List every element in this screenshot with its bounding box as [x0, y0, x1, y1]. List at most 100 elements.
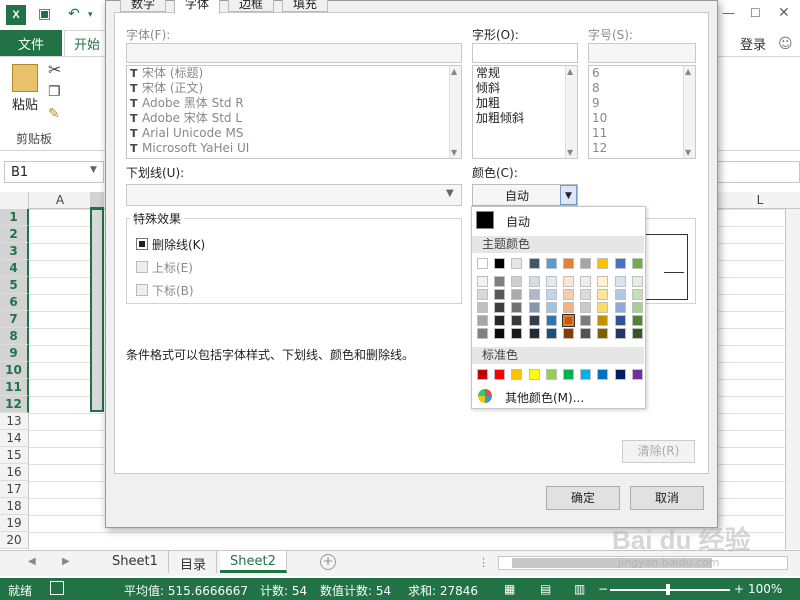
- zoom-slider[interactable]: [610, 589, 730, 591]
- theme-color-swatch[interactable]: [528, 258, 540, 269]
- zoom-slider-thumb[interactable]: [666, 584, 670, 595]
- theme-shade-swatch[interactable]: [511, 315, 523, 326]
- theme-shade-swatch[interactable]: [528, 328, 540, 339]
- format-painter-icon[interactable]: ✎: [48, 106, 60, 122]
- list-item[interactable]: T 宋体 (正文): [127, 81, 461, 96]
- row-header[interactable]: 1: [0, 209, 29, 226]
- standard-color-swatch[interactable]: [494, 369, 506, 380]
- list-item[interactable]: 10: [589, 111, 695, 126]
- theme-shade-swatch[interactable]: [545, 302, 557, 313]
- standard-color-swatch[interactable]: [597, 369, 609, 380]
- more-colors-option[interactable]: 其他颜色(M)...: [505, 389, 584, 406]
- size-list-scrollbar[interactable]: ▲ ▼: [683, 66, 695, 158]
- subscript-label[interactable]: 下标(B): [152, 282, 194, 299]
- macro-record-icon[interactable]: [50, 581, 64, 595]
- theme-shade-swatch[interactable]: [511, 289, 523, 300]
- ok-button[interactable]: 确定: [546, 486, 620, 510]
- standard-color-swatch[interactable]: [511, 369, 523, 380]
- cancel-button[interactable]: 取消: [630, 486, 704, 510]
- size-input[interactable]: [588, 43, 696, 63]
- theme-shade-swatch[interactable]: [477, 289, 488, 300]
- selected-range[interactable]: [90, 208, 104, 412]
- row-header[interactable]: 9: [0, 345, 29, 362]
- theme-shade-swatch[interactable]: [631, 276, 643, 287]
- theme-shade-swatch[interactable]: [631, 302, 643, 313]
- row-header[interactable]: 7: [0, 311, 29, 328]
- minimize-button[interactable]: —: [722, 6, 735, 21]
- theme-shade-swatch[interactable]: [511, 302, 523, 313]
- theme-color-swatch[interactable]: [511, 258, 523, 269]
- theme-shade-swatch[interactable]: [631, 328, 643, 339]
- theme-shade-swatch[interactable]: [511, 276, 523, 287]
- page-break-icon[interactable]: ▥: [574, 582, 585, 596]
- row-header[interactable]: 12: [0, 396, 29, 413]
- theme-shade-swatch[interactable]: [511, 328, 523, 339]
- theme-shade-swatch[interactable]: [563, 289, 574, 300]
- font-input[interactable]: [126, 43, 462, 63]
- automatic-color-swatch[interactable]: [476, 211, 494, 229]
- font-list[interactable]: T 宋体 (标题) T 宋体 (正文) T Adobe 黑体 Std R T Adobe 宋体…: [126, 65, 462, 159]
- theme-shade-swatch[interactable]: [614, 302, 626, 313]
- sheet-tab-sheet1[interactable]: Sheet1: [102, 551, 169, 573]
- theme-shade-swatch[interactable]: [614, 289, 626, 300]
- tab-file[interactable]: 文件: [0, 30, 62, 56]
- theme-shade-swatch[interactable]: [545, 289, 557, 300]
- theme-shade-swatch[interactable]: [631, 289, 643, 300]
- column-header-l[interactable]: L: [720, 192, 800, 209]
- theme-shade-swatch[interactable]: [597, 328, 609, 339]
- undo-dropdown-icon[interactable]: ▾: [88, 10, 93, 20]
- cut-icon[interactable]: ✂: [48, 60, 61, 79]
- sheet-tab-catalog[interactable]: 目录: [170, 551, 218, 573]
- restore-button[interactable]: ☐: [750, 6, 761, 20]
- standard-color-swatch[interactable]: [545, 369, 557, 380]
- zoom-level[interactable]: 100%: [748, 582, 782, 596]
- list-item[interactable]: T 宋体 (标题): [127, 66, 461, 81]
- theme-color-swatch[interactable]: [631, 258, 643, 269]
- list-item[interactable]: 常规: [473, 66, 577, 81]
- theme-shade-swatch[interactable]: [494, 328, 506, 339]
- standard-color-swatch[interactable]: [614, 369, 626, 380]
- chevron-down-icon[interactable]: ▼: [90, 165, 97, 175]
- theme-shade-swatch[interactable]: [545, 276, 557, 287]
- list-item[interactable]: 倾斜: [473, 81, 577, 96]
- automatic-color-label[interactable]: 自动: [506, 213, 530, 230]
- theme-shade-swatch[interactable]: [580, 315, 592, 326]
- list-item[interactable]: 8: [589, 81, 695, 96]
- theme-shade-swatch[interactable]: [545, 315, 557, 326]
- theme-color-swatch[interactable]: [494, 258, 506, 269]
- paste-icon[interactable]: [12, 64, 38, 92]
- theme-shade-swatch[interactable]: [580, 302, 592, 313]
- strikethrough-checkbox[interactable]: [136, 238, 148, 250]
- save-icon[interactable]: ▣: [38, 6, 51, 22]
- theme-shade-swatch[interactable]: [597, 302, 609, 313]
- list-item[interactable]: 11: [589, 126, 695, 141]
- tab-fill[interactable]: 填充: [282, 0, 329, 12]
- row-header[interactable]: 19: [0, 515, 29, 532]
- automatic-color-option[interactable]: [472, 208, 644, 230]
- add-sheet-icon[interactable]: +: [320, 554, 336, 570]
- style-list[interactable]: 常规 倾斜 加粗 加粗倾斜 ▲ ▼: [472, 65, 578, 159]
- sheet-next-icon[interactable]: ▶: [62, 556, 70, 567]
- theme-color-swatch[interactable]: [580, 258, 592, 269]
- list-item[interactable]: T Adobe 黑体 Std R: [127, 96, 461, 111]
- list-item[interactable]: 9: [589, 96, 695, 111]
- theme-shade-swatch[interactable]: [477, 315, 488, 326]
- size-list[interactable]: 6 8 9 10 11 12 ▲ ▼: [588, 65, 696, 159]
- theme-shade-swatch[interactable]: [545, 328, 557, 339]
- theme-shade-swatch[interactable]: [562, 314, 575, 327]
- vertical-scrollbar[interactable]: [785, 209, 800, 549]
- color-wheel-icon[interactable]: [478, 389, 492, 403]
- theme-shade-swatch[interactable]: [528, 302, 540, 313]
- tab-border[interactable]: 边框: [228, 0, 275, 12]
- theme-shade-swatch[interactable]: [631, 315, 643, 326]
- standard-color-swatch[interactable]: [528, 369, 540, 380]
- standard-color-swatch[interactable]: [580, 369, 592, 380]
- list-item[interactable]: 加粗: [473, 96, 577, 111]
- theme-shade-swatch[interactable]: [494, 302, 506, 313]
- paste-button-label[interactable]: 粘贴: [12, 94, 38, 113]
- row-header[interactable]: 5: [0, 277, 29, 294]
- color-select-value[interactable]: 自动: [480, 187, 554, 204]
- underline-select[interactable]: [126, 184, 462, 206]
- copy-icon[interactable]: ❐: [48, 84, 61, 100]
- row-header[interactable]: 14: [0, 430, 29, 447]
